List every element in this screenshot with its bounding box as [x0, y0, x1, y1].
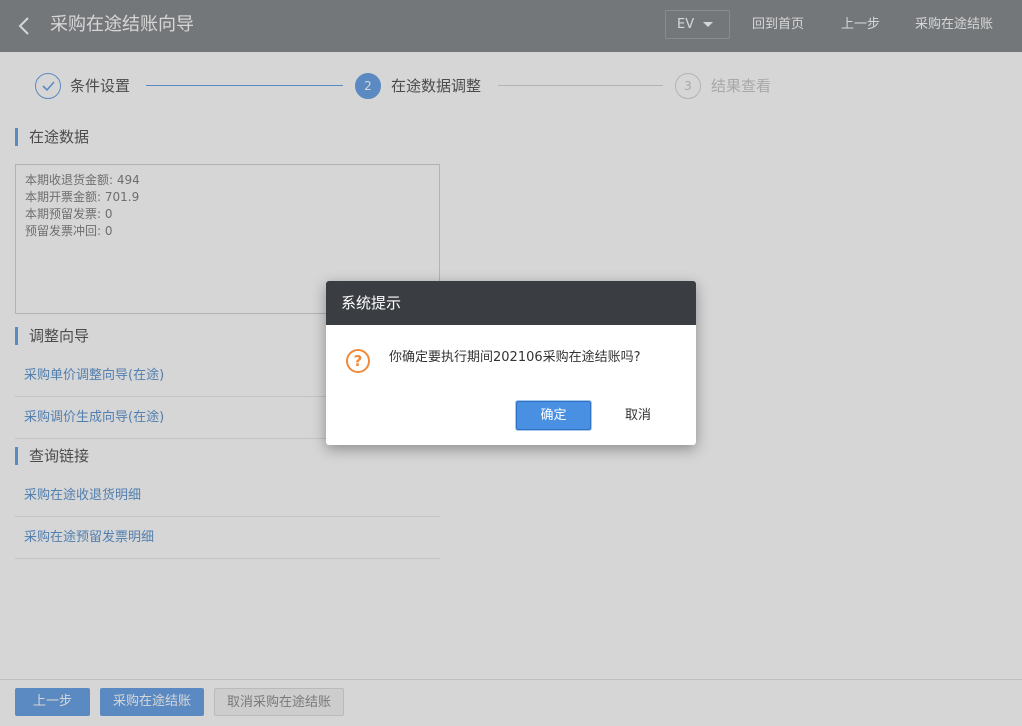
confirm-dialog: 系统提示 ? 你确定要执行期间202106采购在途结账吗? 确定 取消 [326, 281, 696, 445]
dialog-message: 你确定要执行期间202106采购在途结账吗? [389, 350, 641, 365]
confirm-button[interactable]: 确定 [516, 401, 591, 430]
cancel-button[interactable]: 取消 [616, 401, 660, 430]
question-icon: ? [346, 349, 370, 373]
dialog-title: 系统提示 [326, 281, 696, 325]
